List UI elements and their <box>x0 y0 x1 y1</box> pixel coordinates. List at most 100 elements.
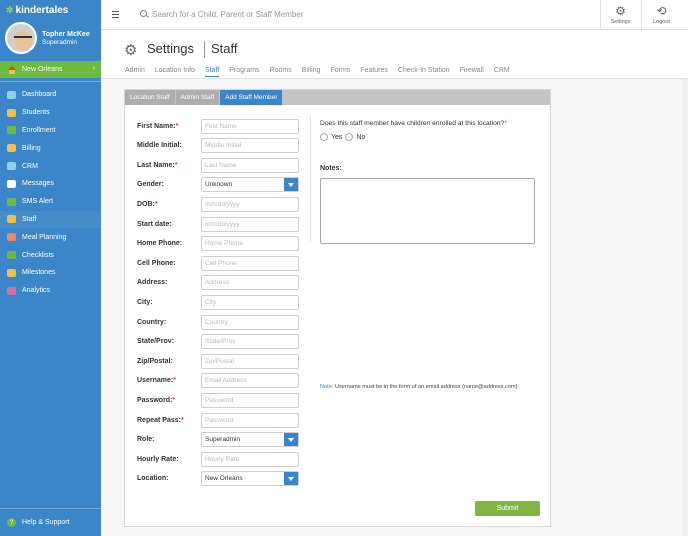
dob-label: DOB:* <box>137 200 158 208</box>
sidebar-item-staff[interactable]: Staff <box>0 210 101 229</box>
help-support-link[interactable]: ? Help & Support <box>0 508 101 536</box>
dob-field[interactable] <box>201 196 299 212</box>
tab-forms[interactable]: Forms <box>330 67 350 77</box>
help-icon: ? <box>7 518 16 527</box>
sidebar-item-label: Meal Planning <box>22 233 67 241</box>
tab-rooms[interactable]: Rooms <box>270 67 292 77</box>
sidebar-nav: Dashboard Students Enrollment Billing CRM Mes… <box>0 86 101 300</box>
milestones-icon <box>7 268 16 277</box>
first-name-field[interactable] <box>201 118 299 134</box>
form-row-country: Country: <box>137 314 299 330</box>
password-field[interactable] <box>201 392 299 408</box>
submit-button[interactable]: Submit <box>475 501 540 516</box>
tab-admin[interactable]: Admin <box>125 67 145 77</box>
no-label: No <box>356 133 366 141</box>
tab-firewall[interactable]: Firewall <box>460 67 484 77</box>
notes-textarea[interactable] <box>320 178 535 244</box>
kindertales-logo[interactable]: ✲ kindertales <box>6 5 68 16</box>
messages-icon <box>7 179 16 188</box>
repeat-pass-field[interactable] <box>201 412 299 428</box>
form-row-first-name: First Name:* <box>137 118 299 134</box>
notes-label: Notes: <box>320 165 342 172</box>
panel-tab-admin-staff[interactable]: Admin Staff <box>175 90 220 105</box>
start-date-field[interactable] <box>201 216 299 232</box>
form-row-state-prov: State/Prov: <box>137 334 299 350</box>
country-field[interactable] <box>201 314 299 330</box>
tab-crm[interactable]: CRM <box>494 67 510 77</box>
scrollbar[interactable] <box>682 79 688 536</box>
location-label: Location: <box>137 475 169 483</box>
gender-select[interactable]: Unknown <box>201 177 299 193</box>
sidebar-item-crm[interactable]: CRM <box>0 157 101 175</box>
home-phone-field[interactable] <box>201 236 299 252</box>
sidebar-item-label: Messages <box>22 180 54 188</box>
zip-postal-field[interactable] <box>201 353 299 369</box>
topbar: ⚙ Settings ⟲ Logout <box>101 0 688 30</box>
panel-tab-location-staff[interactable]: Location Staff <box>125 90 175 105</box>
settings-tabs: Admin Location Info Staff Programs Rooms Bill… <box>125 67 520 77</box>
sidebar-item-students[interactable]: Students <box>0 104 101 122</box>
location-selector[interactable]: New Orleans › <box>0 61 101 78</box>
city-label: City: <box>137 298 153 306</box>
sidebar-item-milestones[interactable]: Milestones <box>0 264 101 282</box>
form-row-dob: DOB:* <box>137 196 299 212</box>
sidebar-item-billing[interactable]: Billing <box>0 139 101 157</box>
sidebar-item-enrollment[interactable]: Enrollment <box>0 122 101 140</box>
sidebar-item-sms-alert[interactable]: SMS Alert <box>0 193 101 211</box>
form-row-location: Location: New Orleans <box>137 471 299 487</box>
settings-gear-icon: ⚙ <box>124 42 138 59</box>
settings-label: Settings <box>610 19 631 25</box>
user-profile[interactable]: Topher McKee Superadmin <box>0 18 101 58</box>
no-radio[interactable] <box>345 133 354 141</box>
help-label: Help & Support <box>22 519 70 526</box>
tab-billing[interactable]: Billing <box>302 67 321 77</box>
logout-button[interactable]: ⟲ Logout <box>641 0 681 30</box>
tab-staff[interactable]: Staff <box>204 67 220 77</box>
form-row-gender: Gender: Unknown <box>137 177 299 193</box>
sidebar-divider <box>0 81 101 82</box>
staff-panel-tabs: Location Staff Admin Staff Add Staff Membe… <box>125 90 550 105</box>
last-name-label: Last Name:* <box>137 161 178 169</box>
hourly-rate-field[interactable] <box>201 451 299 467</box>
sidebar-item-label: Students <box>22 109 50 117</box>
sidebar-item-label: Enrollment <box>22 126 56 134</box>
sidebar-item-messages[interactable]: Messages <box>0 175 101 193</box>
logout-label: Logout <box>653 19 670 25</box>
children-question: Does this staff member have children enr… <box>320 120 507 127</box>
search-input[interactable] <box>152 7 452 22</box>
cell-phone-field[interactable] <box>201 255 299 271</box>
sidebar-item-meal-planning[interactable]: Meal Planning <box>0 228 101 246</box>
form-row-city: City: <box>137 294 299 310</box>
cell-phone-label: Cell Phone: <box>137 259 176 267</box>
role-select[interactable]: Superadmin <box>201 432 299 448</box>
username-field[interactable] <box>201 373 299 389</box>
password-label: Password:* <box>137 396 176 404</box>
location-name: New Orleans <box>22 66 63 73</box>
form-row-middle-initial: Middle Initial: <box>137 138 299 154</box>
crm-icon <box>7 162 16 171</box>
state-prov-field[interactable] <box>201 334 299 350</box>
address-field[interactable] <box>201 275 299 291</box>
last-name-field[interactable] <box>201 157 299 173</box>
tab-programs[interactable]: Programs <box>229 67 259 77</box>
city-field[interactable] <box>201 294 299 310</box>
panel-tab-add-staff-member[interactable]: Add Staff Member <box>220 90 283 105</box>
state-prov-label: State/Prov: <box>137 338 174 346</box>
sidebar-item-checklists[interactable]: Checklists <box>0 246 101 264</box>
yes-label: Yes <box>331 133 343 141</box>
sidebar-item-label: Milestones <box>22 269 56 277</box>
tab-check-in-station[interactable]: Check-In Station <box>398 67 450 77</box>
tab-features[interactable]: Features <box>360 67 388 77</box>
menu-icon[interactable] <box>112 11 119 18</box>
page-subtitle: Staff <box>211 41 238 56</box>
sidebar-item-analytics[interactable]: Analytics <box>0 282 101 300</box>
form-row-cell-phone: Cell Phone: <box>137 255 299 271</box>
country-label: Country: <box>137 318 167 326</box>
settings-button[interactable]: ⚙ Settings <box>600 0 640 30</box>
middle-initial-field[interactable] <box>201 138 299 154</box>
tab-location-info[interactable]: Location Info <box>155 67 195 77</box>
sidebar-item-dashboard[interactable]: Dashboard <box>0 86 101 104</box>
location-select[interactable]: New Orleans <box>201 471 299 487</box>
enrollment-icon <box>7 126 16 135</box>
yes-radio[interactable] <box>320 133 328 141</box>
